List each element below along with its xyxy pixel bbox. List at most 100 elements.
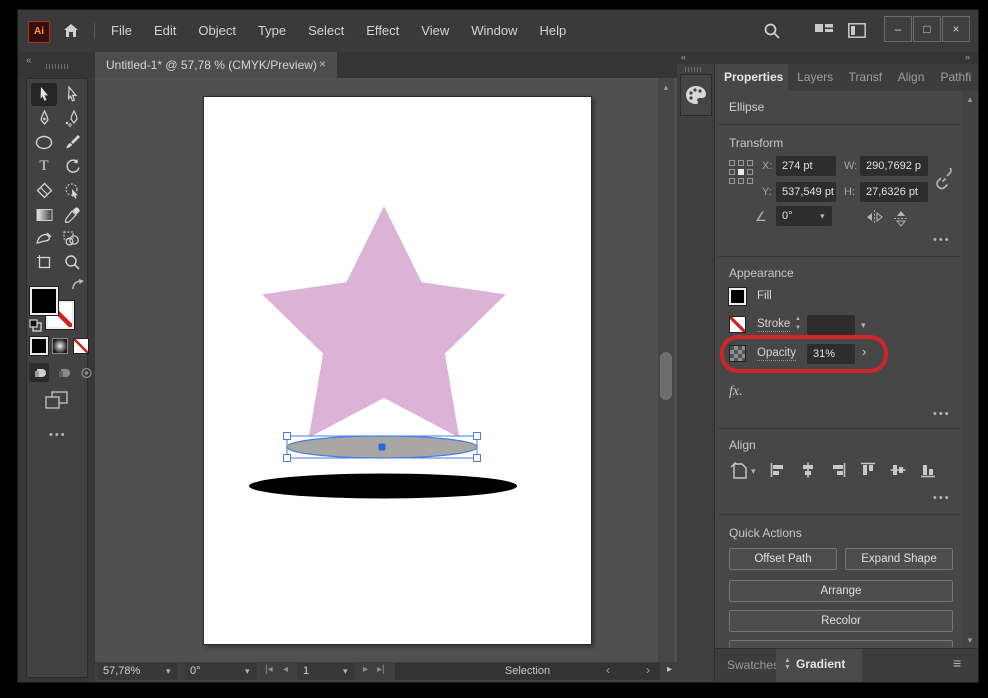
menu-window[interactable]: Window — [460, 10, 528, 52]
zoom-chevron-down-icon[interactable]: ▾ — [166, 666, 171, 677]
fill-color-swatch[interactable] — [29, 286, 59, 316]
expand-shape-button[interactable]: Expand Shape — [845, 548, 953, 570]
ellipse-tool[interactable] — [31, 131, 57, 154]
selection-tool[interactable] — [31, 83, 57, 106]
stroke-weight-field[interactable] — [807, 315, 855, 335]
fill-swatch[interactable] — [728, 287, 747, 306]
curvature-tool[interactable] — [59, 107, 85, 130]
menu-view[interactable]: View — [410, 10, 460, 52]
blob-brush-tool[interactable] — [31, 227, 57, 250]
align-more-icon[interactable]: ••• — [933, 492, 951, 504]
direct-selection-tool[interactable] — [59, 83, 85, 106]
flip-vertical-icon[interactable] — [894, 210, 908, 227]
clipped-action-button[interactable] — [729, 640, 953, 648]
menu-object[interactable]: Object — [187, 10, 247, 52]
tab-align[interactable]: Align — [889, 64, 932, 91]
zoom-tool[interactable] — [59, 251, 85, 274]
minimize-button[interactable]: – — [884, 16, 912, 42]
menu-type[interactable]: Type — [247, 10, 297, 52]
stroke-label[interactable]: Stroke — [757, 318, 791, 332]
none-mode-button[interactable] — [73, 338, 89, 354]
draw-behind-mode-button[interactable] — [53, 363, 73, 382]
eyedropper-tool[interactable] — [59, 203, 85, 226]
stroke-swatch[interactable] — [729, 316, 746, 333]
workspace-switcher-icon[interactable] — [848, 23, 866, 38]
zoom-level-select[interactable]: 57,78% ▾ — [98, 663, 178, 680]
gradient-tool[interactable] — [31, 203, 57, 226]
draw-normal-mode-button[interactable] — [29, 363, 49, 382]
align-center-horizontal-icon[interactable] — [800, 462, 816, 478]
align-left-icon[interactable] — [770, 462, 786, 478]
pen-tool[interactable] — [31, 107, 57, 130]
tab-transparency[interactable]: Transf — [840, 64, 889, 91]
shadow-ellipse-shape[interactable] — [249, 473, 517, 499]
tab-layers[interactable]: Layers — [788, 64, 839, 91]
type-tool[interactable]: T — [31, 155, 57, 178]
menu-effect[interactable]: Effect — [355, 10, 410, 52]
recolor-button[interactable]: Recolor — [729, 610, 953, 632]
document-tab-close-icon[interactable]: × — [319, 57, 326, 71]
tab-properties[interactable]: Properties — [715, 64, 789, 91]
fill-label[interactable]: Fill — [757, 290, 772, 302]
tab-gradient[interactable]: ▲ ▼ Gradient — [776, 649, 862, 682]
paintbrush-tool[interactable] — [59, 131, 85, 154]
artboard-tool[interactable] — [31, 251, 57, 274]
menu-help[interactable]: Help — [528, 10, 577, 52]
rotation-status-select[interactable]: 0° ▾ — [185, 663, 257, 680]
tab-pathfinder[interactable]: Pathfi — [932, 64, 979, 91]
artboard-number-select[interactable]: 1 ▾ — [297, 663, 355, 680]
align-top-icon[interactable] — [860, 462, 876, 478]
first-artboard-icon[interactable]: |◂ — [265, 664, 273, 675]
icon-dock-grip[interactable] — [685, 67, 703, 72]
shape-builder-tool[interactable] — [59, 227, 85, 250]
last-artboard-icon[interactable]: ▸| — [377, 664, 385, 675]
align-bottom-icon[interactable] — [920, 462, 936, 478]
opacity-value-field[interactable]: 31% — [807, 344, 855, 364]
canvas-scroll-right-icon[interactable]: › — [646, 663, 650, 677]
reference-point-grid[interactable] — [729, 160, 755, 186]
swatches-panel-icon[interactable] — [680, 74, 712, 116]
draw-inside-mode-button[interactable] — [76, 363, 96, 382]
x-value-field[interactable]: 274 pt — [776, 156, 836, 176]
offset-path-button[interactable]: Offset Path — [729, 548, 837, 570]
opacity-swatch[interactable] — [729, 345, 746, 362]
app-logo[interactable]: Ai — [28, 21, 50, 43]
menu-edit[interactable]: Edit — [143, 10, 187, 52]
star-shape[interactable] — [262, 206, 506, 438]
canvas-scroll-up-icon[interactable]: ▴ — [659, 82, 673, 93]
properties-scrollbar[interactable]: ▴ ▾ — [963, 91, 976, 648]
selection-center-point[interactable] — [378, 443, 386, 451]
arrange-button[interactable]: Arrange — [729, 580, 953, 602]
expand-right-dock-icon[interactable]: » — [965, 52, 970, 62]
properties-scroll-down-icon[interactable]: ▾ — [963, 635, 977, 646]
close-button[interactable]: × — [942, 16, 970, 42]
h-value-field[interactable]: 27,6326 pt — [860, 182, 928, 202]
toolbar-more-icon[interactable]: ••• — [49, 429, 67, 441]
align-right-icon[interactable] — [830, 462, 846, 478]
canvas-scrollbar-thumb[interactable] — [660, 352, 672, 400]
fx-effects-icon[interactable]: fx. — [729, 384, 743, 400]
rotate-tool[interactable] — [59, 155, 85, 178]
w-value-field[interactable]: 290,7692 p — [860, 156, 928, 176]
home-icon[interactable] — [62, 22, 80, 40]
canvas-scroll-left-icon[interactable]: ‹ — [606, 663, 610, 677]
search-icon[interactable] — [763, 22, 781, 40]
screen-mode-icon[interactable] — [45, 391, 69, 410]
document-tab[interactable]: Untitled-1* @ 57,78 % (CMYK/Preview) × — [95, 52, 337, 78]
status-expand-icon[interactable]: ▸ — [667, 664, 672, 675]
opacity-chevron-right-icon[interactable]: › — [862, 344, 866, 359]
tab-swatches[interactable]: Swatches — [727, 658, 779, 672]
y-value-field[interactable]: 537,549 pt — [776, 182, 836, 202]
unlink-dimensions-icon[interactable] — [935, 168, 953, 192]
arrange-documents-icon[interactable] — [815, 24, 833, 38]
collapse-left-dock-icon[interactable]: « — [26, 55, 32, 66]
artboard[interactable] — [203, 96, 592, 645]
eraser-tool[interactable] — [31, 179, 57, 202]
magic-wand-tool[interactable] — [59, 179, 85, 202]
next-artboard-icon[interactable]: ▸ — [363, 664, 368, 675]
menu-file[interactable]: File — [100, 10, 143, 52]
maximize-button[interactable]: □ — [913, 16, 941, 42]
previous-artboard-icon[interactable]: ◂ — [283, 664, 288, 675]
opacity-label[interactable]: Opacity — [757, 347, 796, 361]
transform-more-icon[interactable]: ••• — [933, 234, 951, 246]
